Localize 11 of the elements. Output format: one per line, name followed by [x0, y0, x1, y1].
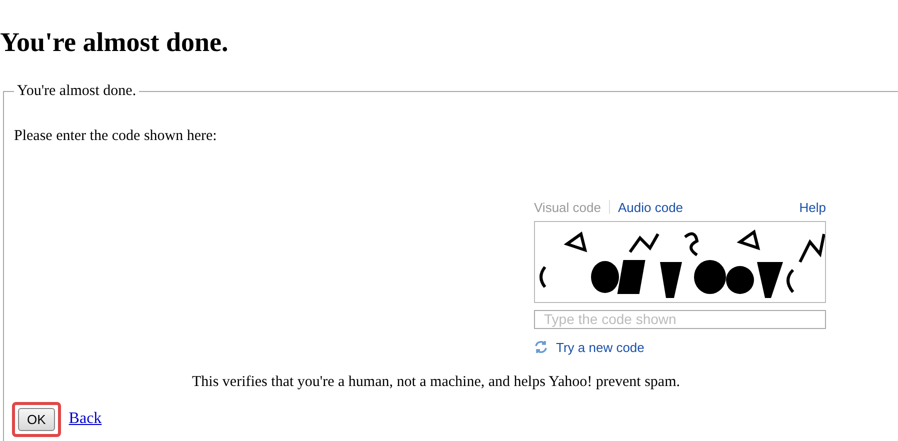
back-link[interactable]: Back	[68, 407, 102, 431]
panel-legend: You're almost done.	[14, 84, 140, 99]
verification-note: This verifies that you're a human, not a machine, and helps Yahoo! prevent spam.	[191, 373, 681, 392]
captcha-tab[interactable]: Audio code	[618, 198, 684, 217]
new-code-link[interactable]: Try a new code	[556, 338, 644, 357]
prompt-text: Please enter the code shown here:	[14, 127, 218, 146]
help-link[interactable]: Help	[799, 198, 826, 217]
refresh-icon	[534, 340, 548, 354]
code-input[interactable]: Type the code shown	[534, 310, 826, 329]
page-heading: You're almost done.	[0, 26, 230, 58]
ok-button[interactable]: OK	[18, 408, 55, 430]
